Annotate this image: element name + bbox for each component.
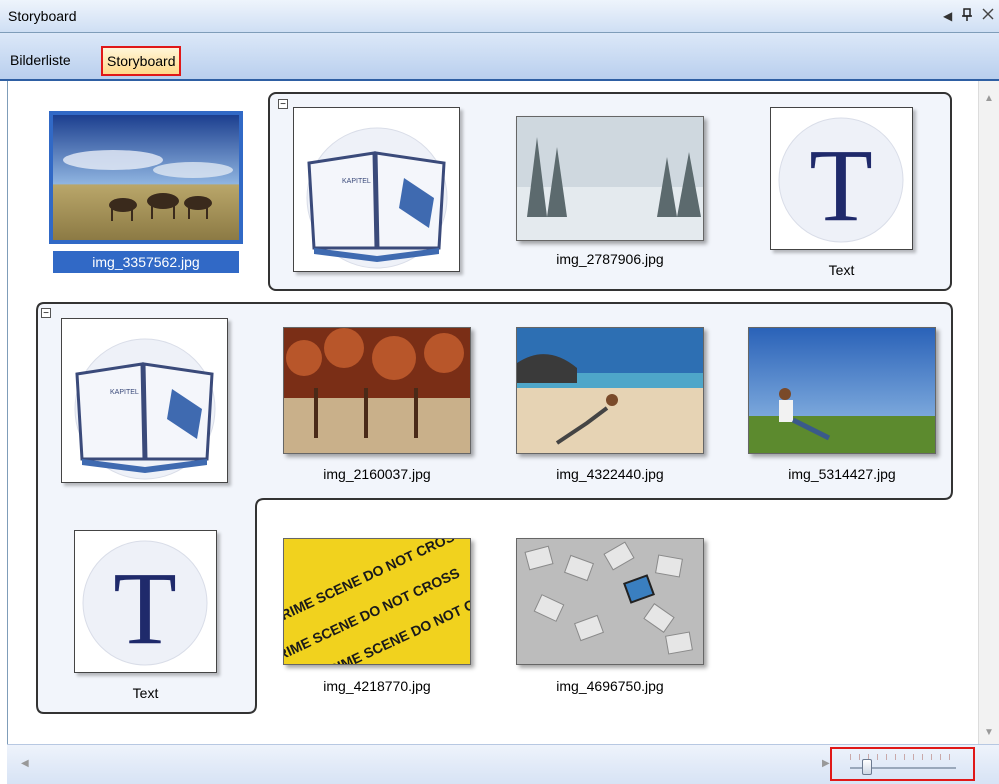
image-label: img_4696750.jpg — [556, 678, 664, 694]
zoom-slider[interactable] — [830, 747, 975, 781]
image-label: img_3357562.jpg — [53, 251, 239, 273]
image-img_5314427[interactable] — [748, 327, 936, 454]
chapter-item[interactable]: KAPITEL — [293, 107, 460, 272]
chapter-book-icon: KAPITEL — [306, 127, 448, 269]
close-icon[interactable] — [982, 8, 994, 20]
horses-photo — [53, 115, 239, 240]
crime-tape-photo: CRIME SCENE DO NOT CROSS CRIME SCENE DO … — [284, 539, 470, 664]
zoom-thumb[interactable] — [862, 759, 872, 775]
winter-forest-photo — [517, 117, 703, 240]
image-img_3357562[interactable] — [53, 115, 239, 240]
beach-photo — [517, 328, 703, 453]
dropdown-arrow-icon[interactable]: ◀ — [943, 8, 952, 24]
chapter-book-icon: KAPITEL — [74, 338, 216, 480]
text-item[interactable]: T — [74, 530, 217, 673]
text-glyph-icon: T — [778, 117, 904, 243]
image-img_4218770[interactable]: CRIME SCENE DO NOT CROSS CRIME SCENE DO … — [283, 538, 471, 665]
collapse-toggle[interactable]: − — [41, 308, 51, 319]
image-img_4696750[interactable] — [516, 538, 704, 665]
tab-bilderliste[interactable]: Bilderliste — [6, 47, 75, 73]
text-item-label: Text — [132, 685, 159, 701]
vertical-scrollbar[interactable]: ▲ ▼ — [978, 81, 999, 744]
pin-icon[interactable] — [961, 8, 973, 22]
image-img_2160037[interactable] — [283, 327, 471, 454]
autumn-vineyard-photo — [284, 328, 470, 453]
image-label: img_5314427.jpg — [788, 466, 896, 482]
tab-storyboard[interactable]: Storyboard — [101, 46, 182, 76]
image-img_4322440[interactable] — [516, 327, 704, 454]
collapse-toggle[interactable]: − — [278, 99, 288, 110]
scroll-down-icon[interactable]: ▼ — [984, 727, 994, 738]
svg-text:KAPITEL: KAPITEL — [110, 389, 139, 396]
image-label: img_4218770.jpg — [323, 678, 431, 694]
image-label: img_2160037.jpg — [323, 466, 431, 482]
woman-meadow-photo — [749, 328, 935, 453]
text-item[interactable]: T — [770, 107, 913, 250]
image-img_2787906[interactable] — [516, 116, 704, 241]
photo-pile-photo — [517, 539, 703, 664]
svg-text:T: T — [809, 128, 873, 243]
image-label: img_2787906.jpg — [556, 251, 664, 267]
panel-title-bar: Storyboard ◀ — [0, 0, 999, 33]
tab-bar: Bilderliste Storyboard — [0, 33, 999, 81]
scroll-right-icon[interactable]: ▶ — [822, 758, 830, 769]
svg-text:T: T — [113, 551, 177, 666]
panel-title: Storyboard — [8, 8, 77, 24]
text-glyph-icon: T — [82, 540, 208, 666]
svg-text:KAPITEL: KAPITEL — [342, 178, 371, 185]
image-label: img_4322440.jpg — [556, 466, 664, 482]
chapter-item[interactable]: KAPITEL — [61, 318, 228, 483]
scroll-up-icon[interactable]: ▲ — [984, 93, 994, 104]
text-item-label: Text — [828, 262, 855, 278]
scroll-left-icon[interactable]: ◀ — [21, 758, 29, 769]
